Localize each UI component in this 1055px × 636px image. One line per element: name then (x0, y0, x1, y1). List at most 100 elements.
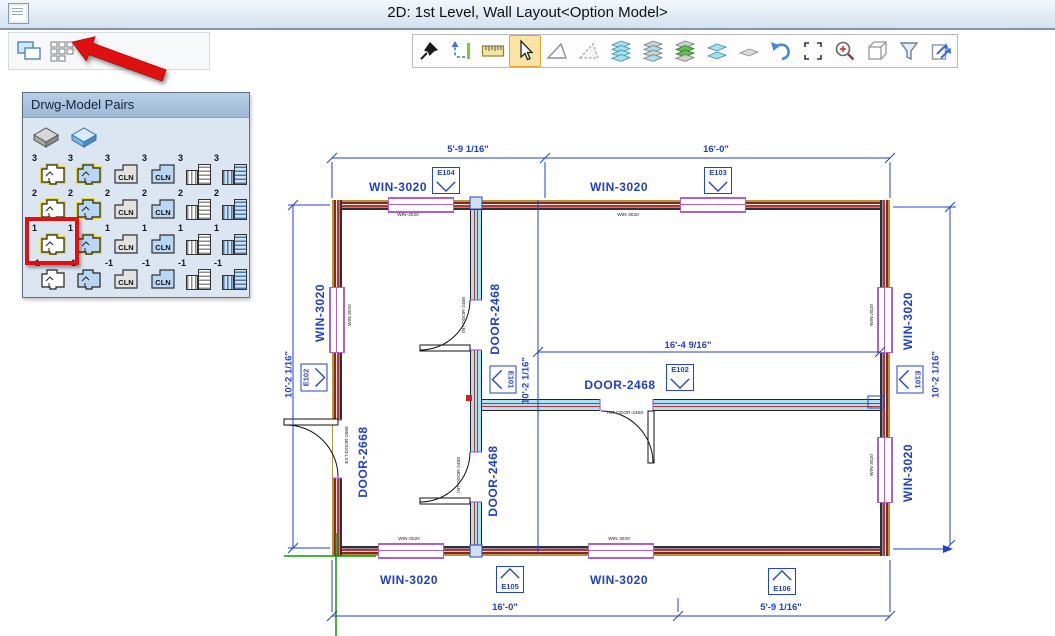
exterior-wall-left[interactable] (332, 200, 342, 556)
dimension-text: 5'-9 1/16" (741, 602, 821, 613)
pair-cln-drawing[interactable]: 1 CLN (104, 223, 140, 258)
model-corner-icon[interactable] (69, 123, 99, 149)
small-door-label: EXT-DOOR-2668 (345, 421, 350, 469)
interior-wall-horizontal[interactable] (653, 399, 880, 411)
layers-alternate-tool[interactable] (637, 35, 669, 67)
pair-hatch-model[interactable]: 3 (213, 153, 249, 188)
layers-all-tool[interactable] (605, 35, 637, 67)
window-symbol[interactable] (588, 543, 654, 559)
drawing-corner-icon[interactable] (31, 123, 61, 149)
layer-single-tool[interactable] (733, 35, 765, 67)
measure-tool[interactable] (477, 35, 509, 67)
door-label: DOOR-2468 (488, 274, 502, 364)
hatch-icon (186, 269, 211, 290)
interior-wall-vertical[interactable] (470, 350, 482, 452)
open-external-tool[interactable] (925, 35, 957, 67)
window-symbol[interactable] (388, 197, 454, 213)
select-tool[interactable] (509, 35, 541, 67)
cube-icon (865, 39, 889, 63)
pair-hatch-model[interactable]: 1 (213, 223, 249, 258)
pair-cln-model[interactable]: 3 CLN (141, 153, 177, 188)
plan-icon (40, 163, 66, 185)
window-label: WIN-3020 (313, 273, 327, 353)
svg-text:CLN: CLN (155, 208, 170, 217)
place-tool[interactable] (445, 35, 477, 67)
triangle-right-icon (315, 367, 326, 389)
opening-tag: E105 (496, 566, 524, 593)
box-3d-tool[interactable] (861, 35, 893, 67)
pair-hatch-drawing[interactable]: -1 (177, 258, 213, 293)
layers-active-icon (673, 39, 697, 63)
svg-text:CLN: CLN (118, 278, 133, 287)
pair-hatch-drawing[interactable]: 2 (177, 188, 213, 223)
layer-single-icon (737, 39, 761, 63)
pair-hatch-model[interactable]: 2 (213, 188, 249, 223)
interior-wall-horizontal[interactable] (482, 399, 600, 411)
plan-icon (40, 268, 66, 290)
layers-pair-tool[interactable] (701, 35, 733, 67)
small-window-label: WIN-3020 (348, 291, 353, 339)
opening-tag: E104 (432, 167, 460, 194)
pair-plan-model[interactable]: 3 (67, 153, 103, 188)
pair-cln-model[interactable]: 2 CLN (141, 188, 177, 223)
dimension-text: 16'-4 9/16" (648, 340, 728, 351)
layers-alternate-icon (641, 39, 665, 63)
interior-wall-vertical[interactable] (470, 210, 482, 300)
pair-plan-drawing[interactable]: 3 (31, 153, 67, 188)
filter-tool[interactable] (893, 35, 925, 67)
window-label: WIN-3020 (369, 573, 449, 587)
pair-cln-drawing[interactable]: 3 CLN (104, 153, 140, 188)
triangle-dashed-icon (577, 39, 601, 63)
zoom-in-tool[interactable] (829, 35, 861, 67)
pair-hatch-drawing[interactable]: 1 (177, 223, 213, 258)
opening-tag: E101 (897, 366, 924, 394)
opening-tag: E102 (301, 364, 328, 392)
window-symbol[interactable] (877, 287, 893, 353)
cln-icon: CLN (150, 198, 176, 220)
palette-title[interactable]: Drwg-Model Pairs (23, 93, 249, 118)
select-area-tool[interactable] (797, 35, 829, 67)
small-window-label: WIN-3020 (870, 291, 875, 339)
window-label: WIN-3020 (579, 180, 659, 194)
plan-icon (76, 163, 102, 185)
window-symbol[interactable] (680, 197, 746, 213)
small-window-label: WIN-3020 (385, 537, 433, 542)
interior-wall-vertical[interactable] (470, 502, 482, 546)
dimension-text: 10'-2 1/16" (521, 341, 532, 421)
place-arrow-icon (449, 39, 473, 63)
dimension-text: 16'-0" (676, 144, 756, 155)
pin-tool[interactable] (413, 35, 445, 67)
window-symbol[interactable] (378, 543, 444, 559)
pair-hatch-drawing[interactable]: 3 (177, 153, 213, 188)
svg-text:CLN: CLN (118, 173, 133, 182)
annotation-highlight-box (25, 217, 79, 265)
opening-tag: E103 (704, 167, 732, 194)
hatch-icon (186, 199, 211, 220)
window-label: WIN-3020 (901, 281, 915, 361)
polygon-tool[interactable] (541, 35, 573, 67)
small-window-label: WIN-3020 (384, 213, 432, 218)
cln-icon: CLN (150, 163, 176, 185)
undo-tool[interactable] (765, 35, 797, 67)
window-title: 2D: 1st Level, Wall Layout<Option Model> (0, 4, 1055, 21)
polygon-dashed-tool[interactable] (573, 35, 605, 67)
cascade-windows-button[interactable] (15, 37, 45, 64)
small-window-label: WIN-3020 (595, 537, 643, 542)
svg-text:CLN: CLN (155, 173, 170, 182)
pair-cln-drawing[interactable]: 2 CLN (104, 188, 140, 223)
window-symbol[interactable] (877, 437, 893, 503)
small-window-label: WIN-3020 (870, 441, 875, 489)
layers-active-tool[interactable] (669, 35, 701, 67)
window-symbol[interactable] (329, 287, 345, 353)
funnel-icon (897, 39, 921, 63)
triangle-left-icon (899, 369, 910, 391)
svg-text:CLN: CLN (118, 243, 133, 252)
pair-hatch-model[interactable]: -1 (213, 258, 249, 293)
window-label: WIN-3020 (901, 433, 915, 513)
dimension-text: 10'-2 1/16" (284, 335, 295, 415)
hatch-icon (222, 269, 247, 290)
pair-cln-model[interactable]: 1 CLN (141, 223, 177, 258)
pair-cln-drawing[interactable]: -1 CLN (104, 258, 140, 293)
cascade-windows-icon (16, 39, 44, 63)
pair-cln-model[interactable]: -1 CLN (141, 258, 177, 293)
